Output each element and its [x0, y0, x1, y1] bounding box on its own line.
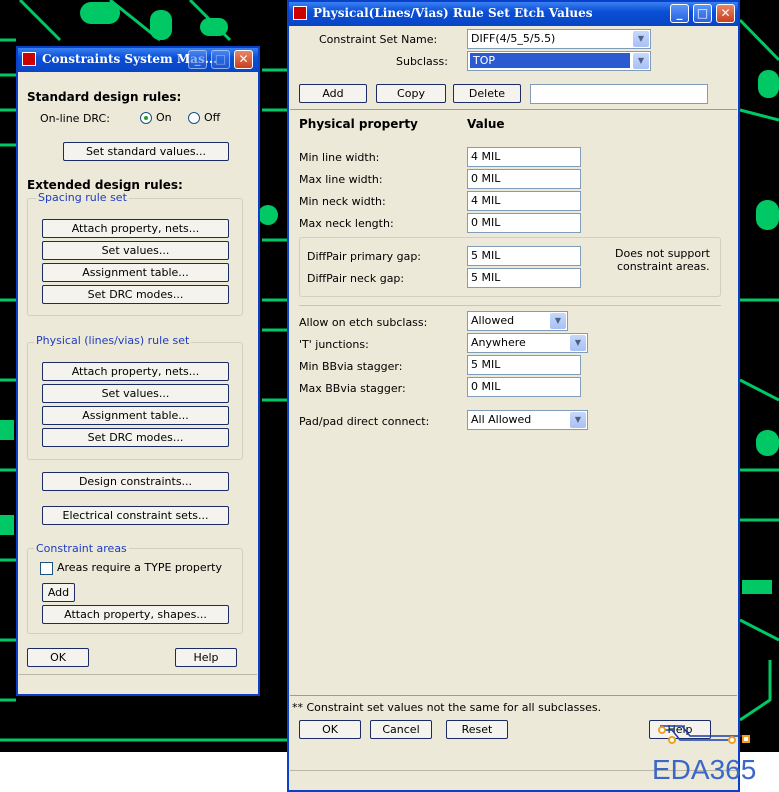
max-neck-length-label: Max neck length:: [299, 217, 394, 230]
areas-add-button[interactable]: Add: [42, 583, 75, 602]
app-icon: [293, 6, 307, 20]
delete-button[interactable]: Delete: [453, 84, 521, 103]
extended-rules-heading: Extended design rules:: [27, 178, 183, 192]
chevron-down-icon[interactable]: ▼: [633, 53, 649, 69]
physical-set-values-button[interactable]: Set values...: [42, 384, 229, 403]
physical-rule-set-window: Physical(Lines/Vias) Rule Set Etch Value…: [287, 0, 740, 792]
spacing-assignment-table-button[interactable]: Assignment table...: [42, 263, 229, 282]
attach-property-shapes-button[interactable]: Attach property, shapes...: [42, 605, 229, 624]
set-name-input[interactable]: [530, 84, 708, 104]
drc-off-label: Off: [204, 111, 221, 124]
standard-rules-heading: Standard design rules:: [27, 90, 182, 104]
title-bar[interactable]: Physical(Lines/Vias) Rule Set Etch Value…: [289, 2, 738, 26]
diffpair-primary-gap-label: DiffPair primary gap:: [307, 250, 422, 263]
design-constraints-button[interactable]: Design constraints...: [42, 472, 229, 491]
properties-panel: Physical property Value Min line width: …: [290, 109, 737, 696]
max-neck-length-input[interactable]: 0 MIL: [467, 213, 581, 233]
title-bar[interactable]: Constraints System Mas... _ □ ✕: [18, 48, 258, 72]
min-bbvia-stagger-input[interactable]: 5 MIL: [467, 355, 581, 375]
minimize-icon[interactable]: _: [670, 4, 689, 23]
constraint-set-select[interactable]: DIFF(4/5_5/5.5) ▼: [467, 29, 651, 49]
divider: [299, 305, 721, 306]
header-property: Physical property: [299, 117, 418, 131]
physical-assignment-table-button[interactable]: Assignment table...: [42, 406, 229, 425]
min-neck-width-label: Min neck width:: [299, 195, 386, 208]
spacing-attach-property-button[interactable]: Attach property, nets...: [42, 219, 229, 238]
pad-direct-connect-select[interactable]: All Allowed ▼: [467, 410, 588, 430]
spacing-set-values-button[interactable]: Set values...: [42, 241, 229, 260]
online-drc-label: On-line DRC:: [40, 112, 110, 125]
close-icon[interactable]: ✕: [234, 50, 253, 69]
chevron-down-icon[interactable]: ▼: [570, 412, 586, 428]
pad-direct-connect-label: Pad/pad direct connect:: [299, 415, 430, 428]
diffpair-neck-gap-input[interactable]: 5 MIL: [467, 268, 581, 288]
chevron-down-icon[interactable]: ▼: [570, 335, 586, 351]
drc-on-label: On: [156, 111, 172, 124]
constraints-system-master-window: Constraints System Mas... _ □ ✕ Standard…: [16, 46, 260, 696]
window-title: Physical(Lines/Vias) Rule Set Etch Value…: [313, 6, 593, 20]
drc-on-radio[interactable]: [140, 112, 152, 124]
t-junctions-select[interactable]: Anywhere ▼: [467, 333, 588, 353]
diffpair-note-line2: constraint areas.: [617, 260, 710, 273]
physical-set-drc-modes-button[interactable]: Set DRC modes...: [42, 428, 229, 447]
max-bbvia-stagger-label: Max BBvia stagger:: [299, 382, 406, 395]
areas-type-checkbox[interactable]: [40, 562, 53, 575]
ok-button[interactable]: OK: [299, 720, 361, 739]
reset-button[interactable]: Reset: [446, 720, 508, 739]
ok-button[interactable]: OK: [27, 648, 89, 667]
footnote: ** Constraint set values not the same fo…: [292, 701, 602, 714]
header-value: Value: [467, 117, 505, 131]
physical-rule-set-label: Physical (lines/vias) rule set: [34, 334, 192, 347]
physical-attach-property-button[interactable]: Attach property, nets...: [42, 362, 229, 381]
spacing-rule-set-label: Spacing rule set: [36, 191, 129, 204]
minimize-icon: _: [188, 50, 207, 69]
t-junctions-label: 'T' junctions:: [299, 338, 369, 351]
watermark-traces-icon: [658, 725, 750, 744]
subclass-select[interactable]: TOP ▼: [467, 51, 651, 71]
maximize-icon: □: [211, 50, 230, 69]
electrical-constraint-sets-button[interactable]: Electrical constraint sets...: [42, 506, 229, 525]
subclass-label: Subclass:: [396, 55, 448, 68]
areas-type-label: Areas require a TYPE property: [57, 561, 222, 574]
diffpair-primary-gap-input[interactable]: 5 MIL: [467, 246, 581, 266]
min-line-width-input[interactable]: 4 MIL: [467, 147, 581, 167]
set-standard-values-button[interactable]: Set standard values...: [63, 142, 229, 161]
min-line-width-label: Min line width:: [299, 151, 380, 164]
min-neck-width-input[interactable]: 4 MIL: [467, 191, 581, 211]
diffpair-note-line1: Does not support: [615, 247, 710, 260]
status-bar: [19, 674, 257, 693]
drc-off-radio[interactable]: [188, 112, 200, 124]
maximize-icon[interactable]: □: [693, 4, 712, 23]
app-icon: [22, 52, 36, 66]
constraint-areas-label: Constraint areas: [34, 542, 129, 555]
allow-etch-subclass-label: Allow on etch subclass:: [299, 316, 428, 329]
max-bbvia-stagger-input[interactable]: 0 MIL: [467, 377, 581, 397]
add-button[interactable]: Add: [299, 84, 367, 103]
allow-etch-subclass-select[interactable]: Allowed ▼: [467, 311, 568, 331]
chevron-down-icon[interactable]: ▼: [550, 313, 566, 329]
constraint-set-label: Constraint Set Name:: [319, 33, 438, 46]
spacing-set-drc-modes-button[interactable]: Set DRC modes...: [42, 285, 229, 304]
min-bbvia-stagger-label: Min BBvia stagger:: [299, 360, 403, 373]
max-line-width-label: Max line width:: [299, 173, 383, 186]
chevron-down-icon[interactable]: ▼: [633, 31, 649, 47]
close-icon[interactable]: ✕: [716, 4, 735, 23]
max-line-width-input[interactable]: 0 MIL: [467, 169, 581, 189]
help-button[interactable]: Help: [175, 648, 237, 667]
watermark-text: EDA365: [652, 754, 757, 785]
cancel-button[interactable]: Cancel: [370, 720, 432, 739]
copy-button[interactable]: Copy: [376, 84, 446, 103]
diffpair-neck-gap-label: DiffPair neck gap:: [307, 272, 405, 285]
